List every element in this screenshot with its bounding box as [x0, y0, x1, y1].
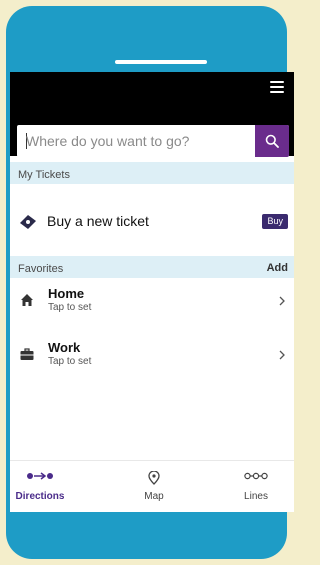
tab-directions-label: Directions — [15, 491, 65, 502]
tab-map[interactable]: Map — [124, 461, 184, 512]
home-icon — [21, 294, 33, 306]
tab-lines[interactable]: Lines — [226, 461, 286, 512]
lines-icon — [244, 472, 268, 480]
add-favorite-link[interactable]: Add — [267, 262, 288, 274]
favorite-home-title: Home — [48, 286, 85, 301]
bottom-tab-bar: Directions Map Lines — [10, 460, 294, 512]
buy-button[interactable]: Buy — [262, 214, 288, 229]
ticket-icon — [20, 215, 36, 229]
buy-ticket-label: Buy a new ticket — [47, 213, 149, 229]
buy-ticket-row[interactable]: Buy a new ticket Buy — [10, 185, 294, 255]
favorite-home-row[interactable]: Home Tap to set — [10, 280, 294, 328]
app-header — [10, 72, 294, 157]
favorite-home-subtitle: Tap to set — [48, 302, 92, 313]
tab-map-label: Map — [144, 491, 164, 502]
phone-speaker — [115, 60, 207, 64]
favorite-work-subtitle: Tap to set — [48, 356, 92, 367]
map-pin-icon — [148, 471, 160, 485]
my-tickets-section-header: My Tickets — [10, 162, 294, 184]
favorites-label: Favorites — [18, 263, 64, 275]
favorite-work-title: Work — [48, 340, 81, 355]
chevron-right-icon — [279, 296, 285, 306]
directions-icon — [27, 472, 53, 480]
favorites-section-header: Favorites Add — [10, 256, 294, 278]
favorite-work-row[interactable]: Work Tap to set — [10, 334, 294, 382]
search-bar — [17, 125, 289, 157]
briefcase-icon — [20, 348, 34, 360]
my-tickets-label: My Tickets — [18, 169, 70, 181]
search-input[interactable] — [26, 125, 247, 157]
tab-directions[interactable]: Directions — [10, 461, 70, 512]
tab-lines-label: Lines — [244, 491, 268, 502]
hamburger-menu-icon[interactable] — [270, 81, 284, 93]
search-icon — [265, 134, 279, 148]
chevron-right-icon — [279, 350, 285, 360]
search-button[interactable] — [255, 125, 289, 157]
app-screen: My Tickets Buy a new ticket Buy Favorite… — [10, 72, 294, 512]
